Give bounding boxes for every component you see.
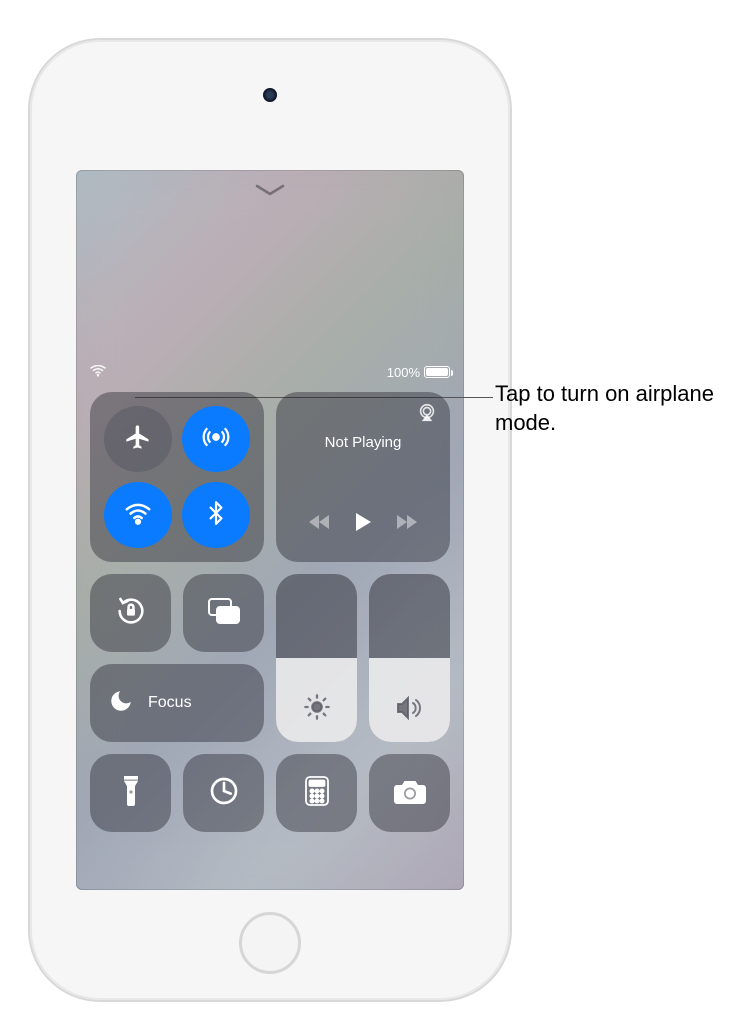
volume-slider[interactable] <box>369 574 450 742</box>
airplane-icon <box>124 423 152 456</box>
device-frame: 100% <box>30 40 510 1000</box>
rewind-button[interactable] <box>307 513 331 536</box>
screen: 100% <box>76 170 464 890</box>
orientation-lock-toggle[interactable] <box>90 574 171 652</box>
camera-icon <box>393 777 427 810</box>
battery-status: 100% <box>387 365 450 380</box>
play-button[interactable] <box>353 511 373 538</box>
orientation-lock-icon <box>114 594 148 633</box>
bluetooth-icon <box>203 500 229 531</box>
screen-mirroring-icon <box>206 596 242 631</box>
airplane-mode-toggle[interactable] <box>104 406 172 472</box>
forward-button[interactable] <box>395 513 419 536</box>
home-button[interactable] <box>239 912 301 974</box>
brightness-icon <box>303 693 331 726</box>
flashlight-icon <box>122 774 140 813</box>
airdrop-toggle[interactable] <box>182 406 250 472</box>
flashlight-button[interactable] <box>90 754 171 832</box>
wifi-icon <box>123 498 153 533</box>
callout-text: Tap to turn on airplane mode. <box>495 380 715 437</box>
wifi-status-icon <box>90 365 106 380</box>
media-transport <box>288 511 438 538</box>
moon-icon <box>108 688 134 719</box>
airplay-icon[interactable] <box>416 402 438 429</box>
connectivity-module[interactable] <box>90 392 264 562</box>
control-center: Not Playing <box>90 392 450 876</box>
front-camera <box>263 88 277 102</box>
volume-icon <box>395 695 425 726</box>
dismiss-chevron-icon[interactable] <box>255 184 285 203</box>
timer-icon <box>208 775 240 812</box>
battery-percent-label: 100% <box>387 365 420 380</box>
calculator-icon <box>304 775 330 812</box>
screen-mirroring-button[interactable] <box>183 574 264 652</box>
calculator-button[interactable] <box>276 754 357 832</box>
focus-label: Focus <box>148 694 192 712</box>
airdrop-icon <box>201 422 231 457</box>
focus-button[interactable]: Focus <box>90 664 264 742</box>
bluetooth-toggle[interactable] <box>182 482 250 548</box>
media-title: Not Playing <box>288 434 438 451</box>
battery-icon <box>424 366 450 378</box>
status-bar: 100% <box>76 360 464 384</box>
media-module[interactable]: Not Playing <box>276 392 450 562</box>
camera-button[interactable] <box>369 754 450 832</box>
timer-button[interactable] <box>183 754 264 832</box>
brightness-slider[interactable] <box>276 574 357 742</box>
wifi-toggle[interactable] <box>104 482 172 548</box>
